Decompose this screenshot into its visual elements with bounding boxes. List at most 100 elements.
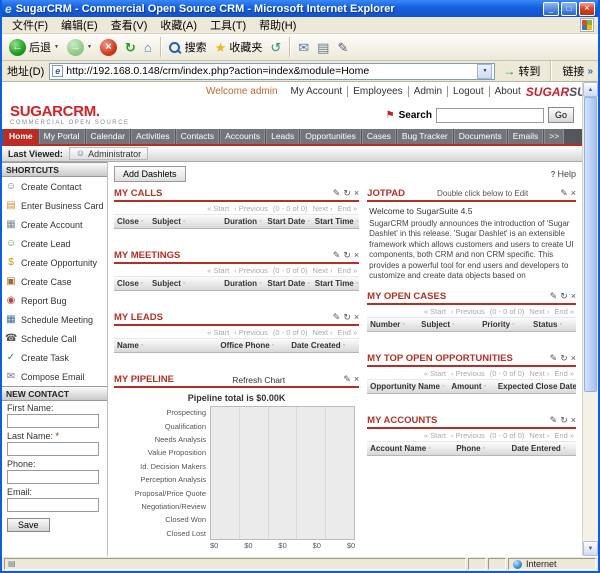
sidebar-item-schedule-call[interactable]: ☎ Schedule Call: [2, 329, 107, 348]
address-url[interactable]: http://192.168.0.148/crm/index.php?actio…: [66, 65, 474, 77]
pager-start[interactable]: « Start: [424, 431, 446, 440]
pager-start[interactable]: « Start: [424, 369, 446, 378]
pager-end[interactable]: End »: [338, 204, 358, 213]
column-header-start-date[interactable]: Start Date◦: [264, 215, 311, 228]
tab-contacts[interactable]: Contacts: [176, 129, 220, 144]
pager-next[interactable]: Next ›: [313, 328, 333, 337]
back-dropdown-icon[interactable]: ▼: [54, 44, 59, 50]
link-my-account[interactable]: My Account: [286, 86, 349, 97]
menu-file[interactable]: 文件(F): [6, 16, 54, 34]
pager-start[interactable]: « Start: [207, 328, 229, 337]
tab-leads[interactable]: Leads: [266, 129, 299, 144]
print-button[interactable]: ▤: [315, 40, 331, 55]
refresh-button[interactable]: ↻: [123, 40, 138, 55]
maximize-button[interactable]: □: [561, 2, 577, 16]
column-header-phone[interactable]: Phone◦: [453, 442, 508, 455]
pager-end[interactable]: End »: [338, 266, 358, 275]
scrollbar-track[interactable]: [583, 97, 598, 541]
dashlet-refresh-icon[interactable]: ↻: [343, 251, 351, 260]
stop-button[interactable]: ×: [98, 38, 119, 57]
help-link[interactable]: ? Help: [551, 169, 576, 179]
links-menu[interactable]: 链接 »: [558, 63, 593, 79]
dashlet-close-icon[interactable]: ×: [571, 189, 576, 198]
sidebar-item-compose-email[interactable]: ✉ Compose Email: [2, 367, 107, 386]
column-header-subject[interactable]: Subject◦: [149, 277, 221, 290]
history-button[interactable]: ↺: [268, 40, 283, 55]
sidebar-item-create-lead[interactable]: ☺ Create Lead: [2, 234, 107, 253]
link-admin[interactable]: Admin: [409, 86, 448, 97]
sidebar-item-report-bug[interactable]: ◉ Report Bug: [2, 291, 107, 310]
address-input[interactable]: e http://192.168.0.148/crm/index.php?act…: [49, 63, 495, 80]
sidebar-item-schedule-meeting[interactable]: ▦ Schedule Meeting: [2, 310, 107, 329]
pager-next[interactable]: Next ›: [529, 431, 549, 440]
pager-previous[interactable]: ‹ Previous: [451, 431, 485, 440]
column-header-start-date[interactable]: Start Date◦: [264, 277, 311, 290]
scrollbar-up-arrow[interactable]: ▲: [583, 82, 598, 97]
link-about[interactable]: About: [490, 86, 526, 97]
dashlet-refresh-icon[interactable]: ↻: [343, 189, 351, 198]
pager-previous[interactable]: ‹ Previous: [451, 369, 485, 378]
first-name-field[interactable]: [7, 414, 99, 428]
column-header-expected-close-date[interactable]: Expected Close Date◦: [495, 380, 576, 393]
sidebar-item-create-case[interactable]: ▣ Create Case: [2, 272, 107, 291]
pager-end[interactable]: End »: [338, 328, 358, 337]
close-button[interactable]: ×: [579, 2, 595, 16]
pager-start[interactable]: « Start: [207, 266, 229, 275]
menu-help[interactable]: 帮助(H): [253, 16, 302, 34]
pager-end[interactable]: End »: [554, 307, 574, 316]
dashlet-close-icon[interactable]: ×: [354, 189, 359, 198]
back-button[interactable]: ← 后退 ▼: [7, 38, 61, 57]
search-button[interactable]: 搜索: [167, 38, 209, 56]
save-button[interactable]: Save: [7, 518, 50, 532]
column-header-account-name[interactable]: Account Name◦: [367, 442, 453, 455]
column-header-date-entered[interactable]: Date Entered◦: [508, 442, 576, 455]
pager-next[interactable]: Next ›: [313, 266, 333, 275]
column-header-start-time[interactable]: Start Time◦: [312, 215, 359, 228]
add-dashlets-button[interactable]: Add Dashlets: [114, 166, 186, 182]
dashlet-edit-icon[interactable]: ✎: [550, 292, 558, 301]
tab-emails[interactable]: Emails: [508, 129, 544, 144]
sidebar-item-create-contact[interactable]: ☺ Create Contact: [2, 177, 107, 196]
scrollbar-down-arrow[interactable]: ▼: [583, 541, 598, 556]
refresh-chart-link[interactable]: Refresh Chart: [178, 375, 339, 385]
tab-my-portal[interactable]: My Portal: [39, 129, 85, 144]
last-viewed-item[interactable]: ☺ Administrator: [69, 147, 148, 160]
tab-cases[interactable]: Cases: [362, 129, 396, 144]
pager-end[interactable]: End »: [554, 431, 574, 440]
pager-previous[interactable]: ‹ Previous: [234, 266, 268, 275]
column-header-subject[interactable]: Subject◦: [149, 215, 221, 228]
page-edit-button[interactable]: ✎: [335, 40, 350, 55]
dashlet-edit-icon[interactable]: ✎: [333, 251, 341, 260]
menu-favorites[interactable]: 收藏(A): [154, 16, 203, 34]
dashlet-edit-icon[interactable]: ✎: [333, 313, 341, 322]
dashlet-close-icon[interactable]: ×: [354, 375, 359, 384]
dashlet-close-icon[interactable]: ×: [354, 251, 359, 260]
menu-tools[interactable]: 工具(T): [204, 16, 252, 34]
column-header-priority[interactable]: Priority◦: [479, 318, 530, 331]
address-dropdown-icon[interactable]: ▼: [477, 64, 492, 79]
pager-next[interactable]: Next ›: [313, 204, 333, 213]
column-header-name[interactable]: Name◦: [114, 339, 217, 352]
dashlet-close-icon[interactable]: ×: [571, 292, 576, 301]
dashlet-refresh-icon[interactable]: ↻: [560, 292, 568, 301]
vertical-scrollbar[interactable]: ▲ ▼: [582, 82, 598, 556]
sidebar-item-create-opportunity[interactable]: $ Create Opportunity: [2, 253, 107, 272]
tab-home[interactable]: Home: [4, 129, 38, 144]
column-header-subject[interactable]: Subject◦: [418, 318, 479, 331]
scrollbar-thumb[interactable]: [584, 97, 597, 392]
column-header-close[interactable]: Close◦: [114, 277, 149, 290]
forward-button[interactable]: → ▼: [65, 38, 94, 57]
pager-previous[interactable]: ‹ Previous: [451, 307, 485, 316]
pager-previous[interactable]: ‹ Previous: [234, 328, 268, 337]
menu-view[interactable]: 查看(V): [105, 16, 154, 34]
column-header-duration[interactable]: Duration◦: [221, 215, 264, 228]
column-header-date-created[interactable]: Date Created◦: [288, 339, 359, 352]
dashlet-refresh-icon[interactable]: ↻: [560, 354, 568, 363]
tab-calendar[interactable]: Calendar: [86, 129, 131, 144]
tab-accounts[interactable]: Accounts: [220, 129, 265, 144]
dashlet-close-icon[interactable]: ×: [571, 354, 576, 363]
dashlet-refresh-icon[interactable]: ↻: [343, 313, 351, 322]
column-header-start-time[interactable]: Start Time◦: [312, 277, 359, 290]
tab-activities[interactable]: Activities: [131, 129, 175, 144]
phone-field[interactable]: [7, 470, 99, 484]
